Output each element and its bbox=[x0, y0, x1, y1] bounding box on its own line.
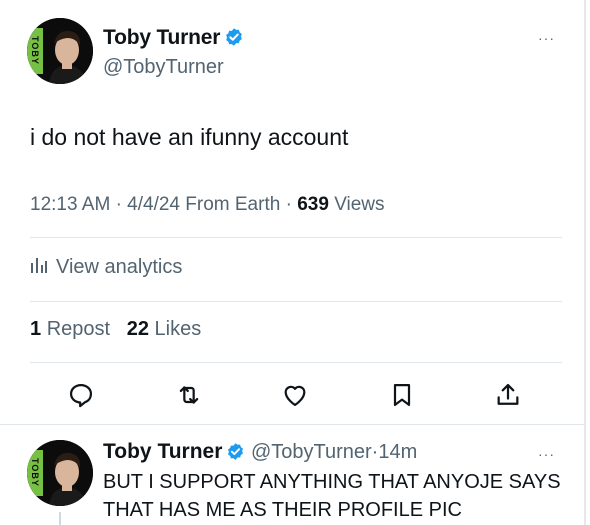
bookmark-icon bbox=[393, 383, 411, 407]
meta-separator: · bbox=[115, 194, 122, 215]
reply-more-options-button[interactable]: ··· bbox=[538, 446, 555, 462]
share-button[interactable] bbox=[494, 381, 522, 409]
scrollbar-edge bbox=[584, 0, 586, 525]
divider bbox=[30, 362, 562, 363]
author-name-row[interactable]: Toby Turner bbox=[103, 26, 244, 53]
repost-button[interactable] bbox=[175, 381, 203, 409]
divider bbox=[30, 237, 562, 238]
like-button[interactable] bbox=[281, 381, 309, 409]
likes-stat[interactable]: 22 Likes bbox=[127, 318, 202, 340]
thread-line bbox=[59, 512, 61, 525]
engagement-stats: 1 Repost 22 Likes bbox=[30, 318, 201, 341]
likes-count: 22 bbox=[126, 318, 149, 340]
author-name[interactable]: Toby Turner bbox=[103, 26, 220, 49]
bookmark-button[interactable] bbox=[388, 381, 416, 409]
tweet-time[interactable]: 12:13 AM bbox=[30, 194, 110, 215]
tweet-date[interactable]: 4/4/24 bbox=[127, 194, 180, 215]
verified-badge-icon bbox=[226, 442, 245, 467]
reposts-count: 1 bbox=[30, 318, 42, 340]
reply-text: BUT I SUPPORT ANYTHING THAT ANYOJE SAYS … bbox=[103, 471, 561, 521]
views-count: 639 bbox=[297, 194, 329, 215]
author-avatar[interactable]: TOBY bbox=[27, 18, 93, 84]
reply-author-handle[interactable]: @TobyTurner bbox=[251, 441, 372, 463]
tweet-meta: 12:13 AM · 4/4/24 From Earth · 639 Views bbox=[30, 194, 385, 216]
tweet-text: i do not have an ifunny account bbox=[30, 124, 349, 150]
share-icon bbox=[497, 383, 519, 405]
reply-author-name[interactable]: Toby Turner bbox=[103, 440, 222, 463]
heart-icon bbox=[284, 385, 306, 407]
view-analytics-label: View analytics bbox=[56, 255, 183, 278]
reposts-label: Repost bbox=[46, 318, 111, 340]
reply-header: Toby Turner @TobyTurner·14m bbox=[103, 440, 417, 467]
avatar-image: TOBY bbox=[27, 18, 93, 84]
bar-chart-icon bbox=[30, 254, 48, 280]
reply-button[interactable] bbox=[67, 381, 95, 409]
reply-author-avatar[interactable]: TOBY bbox=[27, 440, 93, 506]
likes-label: Likes bbox=[154, 318, 202, 340]
reposts-stat[interactable]: 1 Repost bbox=[30, 318, 110, 340]
tweet-source: From Earth bbox=[185, 194, 281, 215]
comment-icon bbox=[69, 383, 93, 408]
author-handle[interactable]: @TobyTurner bbox=[103, 56, 224, 79]
avatar-image: TOBY bbox=[27, 440, 93, 506]
meta-separator: · bbox=[285, 194, 292, 215]
divider bbox=[30, 301, 562, 302]
verified-badge-icon bbox=[224, 27, 244, 53]
reply-time[interactable]: 14m bbox=[378, 441, 417, 463]
action-bar bbox=[0, 381, 590, 411]
views-label: Views bbox=[334, 194, 385, 215]
divider bbox=[0, 424, 584, 425]
repost-icon bbox=[179, 386, 199, 404]
more-options-button[interactable]: ··· bbox=[538, 30, 555, 46]
view-analytics-link[interactable]: View analytics bbox=[30, 254, 182, 280]
avatar-text: TOBY bbox=[30, 36, 40, 65]
avatar-text: TOBY bbox=[30, 458, 40, 487]
tweet-page: TOBY Toby Turner @TobyTurner ··· i do no… bbox=[0, 0, 590, 525]
